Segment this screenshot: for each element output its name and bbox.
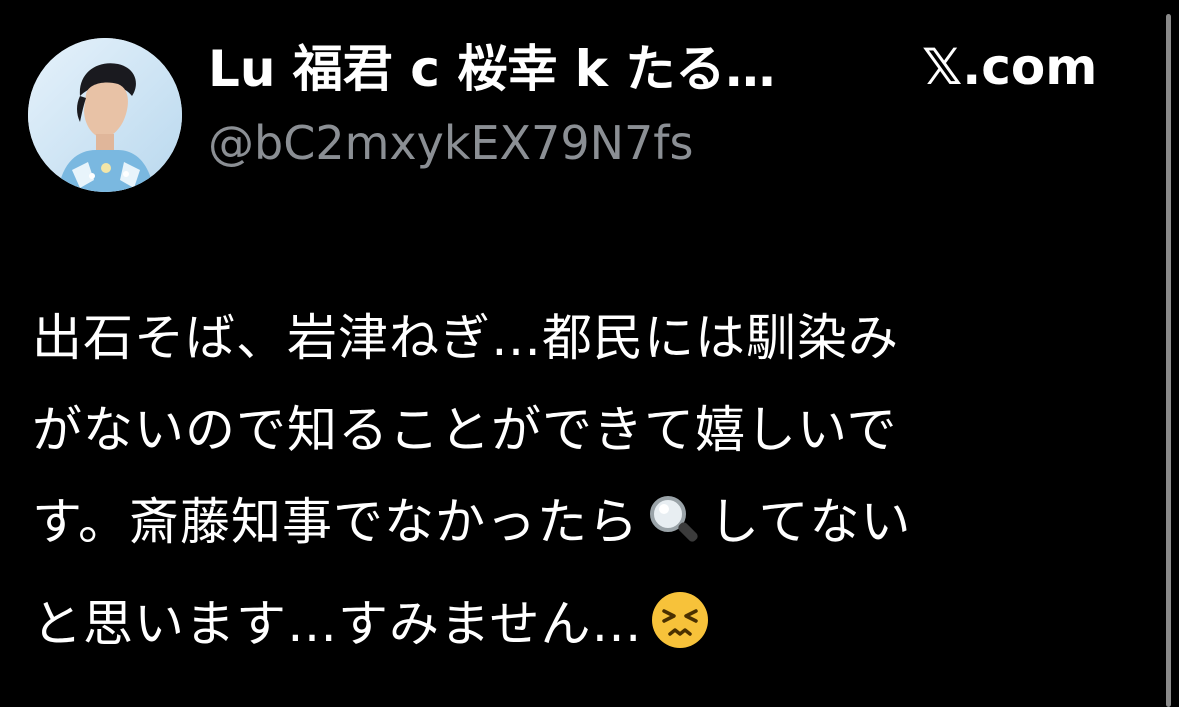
post-text: 出石そば、岩津ねぎ…都民には馴染み がないので知ることができて嬉しいで す。斎藤… [32,292,1142,680]
site-label: 𝕏.com [922,38,1098,96]
post-card: Lu 福君 c 桜幸 k たる… @bC2mxykEX79N7fs 𝕏.com … [0,0,1179,707]
scrollbar[interactable] [1166,14,1171,707]
avatar-image [28,38,182,192]
display-name[interactable]: Lu 福君 c 桜幸 k たる… [208,38,808,100]
avatar[interactable] [28,38,182,192]
post-text-line-3-end: してない [709,493,912,551]
post-text-line-3-start: す。斎藤知事でなかったら [32,493,639,551]
magnifying-glass-icon [645,486,703,578]
post-text-line-2: がないので知ることができて嬉しいで [32,401,898,459]
persevering-face-icon [649,588,711,680]
user-handle[interactable]: @bC2mxykEX79N7fs [208,112,693,174]
post-text-line-4: と思います…すみません… [32,578,1142,680]
post-text-line-4-text: と思います…すみません… [32,595,643,653]
post-text-line-1: 出石そば、岩津ねぎ…都民には馴染み [32,309,899,367]
post-text-line-3: す。斎藤知事でなかったら してない [32,476,1142,578]
